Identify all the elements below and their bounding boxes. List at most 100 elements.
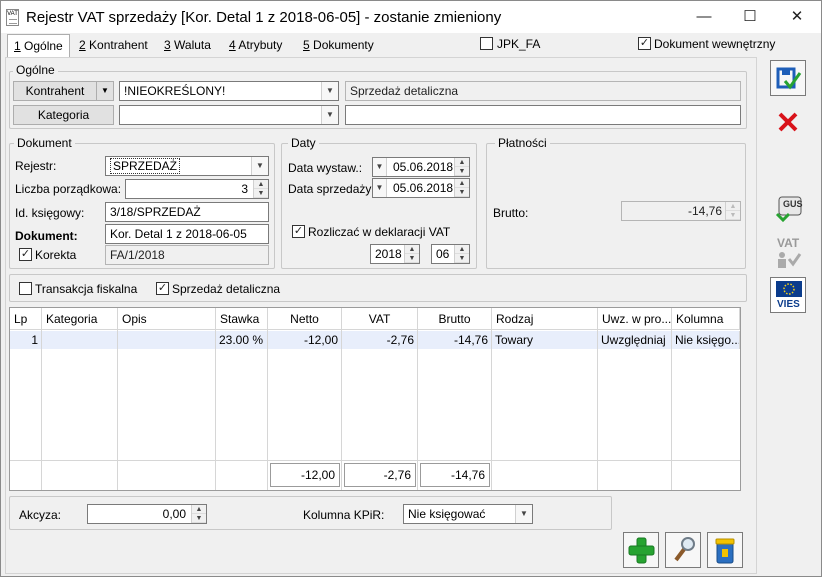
akcyza-label: Akcyza:: [19, 508, 62, 522]
column-header-uwzglednij[interactable]: Uwz. w pro...: [598, 308, 672, 330]
column-header-kolumna[interactable]: Kolumna: [672, 308, 740, 330]
brutto-label: Brutto:: [493, 206, 529, 220]
rozliczac-vat-label: Rozliczać w deklaracji VAT: [308, 225, 451, 239]
gus-icon-text: GUS: [783, 199, 803, 209]
transakcja-fiskalna-label: Transakcja fiskalna: [35, 282, 138, 296]
app-icon-text: VAT: [7, 11, 18, 17]
korekta-checkbox[interactable]: ✓: [19, 248, 32, 261]
kontrahent-code-field[interactable]: !NIEOKREŚLONY!: [119, 81, 339, 101]
cell-rodzaj: Towary: [492, 331, 598, 349]
column-header-opis[interactable]: Opis: [118, 308, 216, 330]
kategoria-dropdown[interactable]: ▼: [321, 106, 338, 124]
kolumna-kpir-label: Kolumna KPiR:: [303, 508, 385, 522]
chevron-down-icon: ▼: [101, 86, 109, 95]
rozliczac-vat-checkbox[interactable]: ✓: [292, 225, 305, 238]
akcyza-spinner[interactable]: ▲ ▼: [191, 505, 206, 523]
rejestr-value: SPRZEDAŻ: [110, 158, 181, 174]
save-button[interactable]: [770, 60, 806, 96]
column-header-lp[interactable]: Lp: [10, 308, 42, 330]
kategoria-field[interactable]: [119, 105, 339, 125]
column-header-netto[interactable]: Netto: [268, 308, 342, 330]
tab-waluta[interactable]: 3 Waluta: [158, 34, 217, 56]
kategoria-description-field[interactable]: [345, 105, 741, 125]
column-header-kategoria[interactable]: Kategoria: [42, 308, 118, 330]
column-header-vat[interactable]: VAT: [342, 308, 418, 330]
rejestr-select[interactable]: SPRZEDAŻ: [105, 156, 269, 176]
transakcja-fiskalna-checkbox[interactable]: [19, 282, 32, 295]
window-title: Rejestr VAT sprzedaży [Kor. Detal 1 z 20…: [26, 9, 502, 26]
sprzedaz-detaliczna-checkbox[interactable]: ✓: [156, 282, 169, 295]
group-platnosci-title: Płatności: [495, 136, 550, 150]
dokument-number-field[interactable]: Kor. Detal 1 z 2018-06-05: [105, 224, 269, 244]
rejestr-label: Rejestr:: [15, 159, 57, 173]
vat-icon-text: VAT: [777, 236, 800, 250]
tab-ogolne[interactable]: 1 Ogólne: [7, 34, 70, 58]
data-wystawienia-spinner[interactable]: ▲ ▼: [454, 158, 469, 176]
maximize-icon: ☐: [743, 8, 757, 25]
cell-uwzglednij: Uwzględniaj: [598, 331, 672, 349]
cell-kategoria: [42, 331, 118, 349]
close-icon: ✕: [790, 8, 804, 25]
kategoria-button[interactable]: Kategoria: [13, 105, 114, 125]
id-ksiegowy-label: Id. księgowy:: [15, 206, 85, 220]
kolumna-kpir-dropdown[interactable]: ▼: [515, 505, 532, 523]
rejestr-dropdown[interactable]: ▼: [251, 157, 268, 175]
add-item-button[interactable]: [623, 532, 659, 568]
close-window-button[interactable]: ✕: [774, 1, 820, 33]
dokument-wewnetrzny-label: Dokument wewnętrzny: [654, 37, 776, 51]
jpk-fa-checkbox[interactable]: [480, 37, 493, 50]
tab-dokumenty[interactable]: 5 Dokumenty: [297, 34, 380, 56]
cell-opis: [118, 331, 216, 349]
gus-icon: [775, 196, 802, 223]
data-wystawienia-label: Data wystaw.:: [288, 161, 363, 175]
gus-button[interactable]: GUS: [770, 191, 806, 227]
kontrahent-dropdown-button[interactable]: ▼: [96, 81, 114, 101]
dokument-wewnetrzny-checkbox[interactable]: ✓: [638, 37, 651, 50]
vat-app-icon: VAT: [6, 9, 19, 26]
total-netto: -12,00: [270, 463, 340, 487]
delete-item-button[interactable]: [707, 532, 743, 568]
data-sprzedazy-label: Data sprzedaży:: [288, 182, 375, 196]
maximize-button[interactable]: ☐: [727, 1, 773, 33]
data-sprzedazy-calendar-button[interactable]: ▼: [373, 179, 387, 197]
kontrahent-button[interactable]: Kontrahent: [13, 81, 97, 101]
magnifier-icon: [674, 537, 695, 562]
data-wystawienia-calendar-button[interactable]: ▼: [373, 158, 387, 176]
miesiac-deklaracji-spinner[interactable]: ▲ ▼: [454, 245, 469, 263]
cancel-x-icon: [778, 112, 798, 132]
brutto-spinner: ▲ ▼: [725, 202, 740, 220]
data-sprzedazy-spinner[interactable]: ▲ ▼: [454, 179, 469, 197]
cell-stawka: 23.00 %: [216, 331, 268, 349]
kolumna-kpir-select[interactable]: Nie księgować: [403, 504, 533, 524]
total-vat: -2,76: [344, 463, 416, 487]
korekta-label: Korekta: [35, 248, 77, 262]
akcyza-field[interactable]: 0,00: [87, 504, 207, 524]
minimize-button[interactable]: —: [681, 1, 727, 33]
column-header-rodzaj[interactable]: Rodzaj: [492, 308, 598, 330]
column-header-brutto[interactable]: Brutto: [418, 308, 492, 330]
vies-button[interactable]: VIES: [770, 277, 806, 313]
sprzedaz-detaliczna-label: Sprzedaż detaliczna: [172, 282, 281, 296]
save-disk-icon: [776, 67, 802, 90]
cell-lp: 1: [10, 331, 42, 349]
view-item-button[interactable]: [665, 532, 701, 568]
cell-brutto: -14,76: [418, 331, 492, 349]
vat-check-button[interactable]: VAT: [770, 234, 806, 270]
liczba-porzadkowa-spinner[interactable]: ▲ ▼: [253, 180, 268, 198]
trash-bin-icon: [715, 538, 735, 564]
dokument-label: Dokument:: [15, 229, 78, 243]
column-header-stawka[interactable]: Stawka: [216, 308, 268, 330]
vat-items-table[interactable]: Lp Kategoria Opis Stawka Netto VAT Brutt…: [9, 307, 741, 491]
cell-kolumna: Nie księgo...: [672, 331, 740, 349]
tab-atrybuty[interactable]: 4 Atrybuty: [223, 34, 288, 56]
rok-deklaracji-spinner[interactable]: ▲ ▼: [404, 245, 419, 263]
id-ksiegowy-field[interactable]: 3/18/SPRZEDAŻ: [105, 202, 269, 222]
kontrahent-code-dropdown[interactable]: ▼: [321, 82, 338, 100]
cell-netto: -12,00: [268, 331, 342, 349]
vies-text: VIES: [777, 299, 800, 310]
eu-flag-icon: [776, 281, 802, 297]
tab-kontrahent[interactable]: 2 Kontrahent: [73, 34, 154, 56]
cancel-button[interactable]: [770, 104, 806, 140]
liczba-porzadkowa-field[interactable]: 3: [125, 179, 269, 199]
group-ogolne-title: Ogólne: [13, 63, 58, 77]
